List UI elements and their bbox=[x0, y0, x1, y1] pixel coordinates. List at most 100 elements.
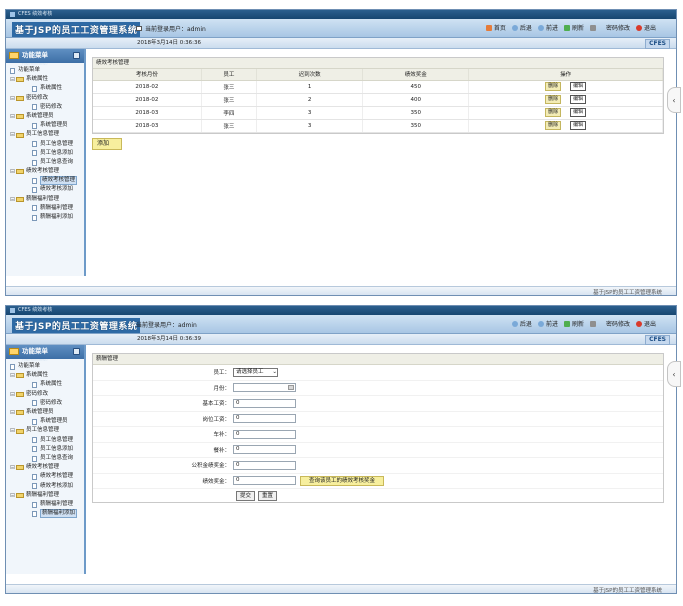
sidebar-subtitle: FUNCTION MENU bbox=[22, 358, 48, 362]
month-input[interactable] bbox=[233, 383, 296, 393]
add-button[interactable]: 添加 bbox=[92, 137, 123, 150]
fund-input[interactable]: 0 bbox=[233, 460, 296, 470]
menu-item-employee-add[interactable]: 员工信息添加 bbox=[10, 445, 84, 454]
menu-item-employee-manage[interactable]: 员工信息管理 bbox=[10, 140, 84, 149]
menu-group-salary[interactable]: ⊟ 薪酬福利管理 bbox=[10, 491, 84, 500]
menu-group-system[interactable]: ⊟ 系统属性 bbox=[10, 371, 84, 380]
menu-group-employee[interactable]: ⊟ 员工信息管理 bbox=[10, 130, 84, 139]
menu-item-password[interactable]: 密码修改 bbox=[10, 399, 84, 408]
menu-group-performance[interactable]: ⊟ 绩效考核管理 bbox=[10, 167, 84, 176]
cell-employee: 李四 bbox=[201, 106, 258, 120]
refresh-label: 刷新 bbox=[571, 25, 584, 32]
calendar-icon[interactable] bbox=[288, 385, 294, 391]
menu-item-salary-manage[interactable]: 薪酬福利管理 bbox=[10, 500, 84, 509]
chevron-down-icon: ⌄ bbox=[272, 368, 277, 375]
menu-item-employee-manage[interactable]: 员工信息管理 bbox=[10, 436, 84, 445]
col-action: 操作 bbox=[468, 69, 663, 81]
query-bonus-button[interactable]: 查询该员工的绩效考核奖金 bbox=[300, 475, 385, 486]
title-bar: CFES 绩效考核 bbox=[6, 306, 676, 315]
cell-late: 3 bbox=[256, 119, 364, 133]
logout-link[interactable]: 退出 bbox=[635, 23, 656, 32]
title-bar: CFES 绩效考核 bbox=[6, 10, 676, 19]
menu-item-salary-add[interactable]: 薪酬福利添加 bbox=[10, 509, 84, 519]
menu-item-employee-query[interactable]: 员工信息查询 bbox=[10, 454, 84, 463]
password-link[interactable]: 密码修改 bbox=[589, 23, 630, 32]
menu-item-system-attr[interactable]: 系统属性 bbox=[10, 380, 84, 389]
forward-link[interactable]: 前进 bbox=[537, 319, 558, 328]
delete-button[interactable]: 删除 bbox=[545, 82, 562, 91]
delete-button[interactable]: 删除 bbox=[545, 121, 562, 130]
back-link[interactable]: 后退 bbox=[511, 319, 532, 328]
page-icon bbox=[32, 474, 37, 481]
logout-link[interactable]: 退出 bbox=[635, 319, 656, 328]
fund-label: 公积金绩奖金： bbox=[191, 463, 230, 470]
cell-action: 删除 编辑 bbox=[468, 80, 663, 94]
main-body: 功能菜单 FUNCTION MENU 功能菜单 ⊟ 系统属性 系统属性 ⊟ 密码修改… bbox=[6, 345, 681, 574]
table-row: 2018-03 张三 3 350 删除 编辑 bbox=[93, 119, 663, 133]
menu-item-password[interactable]: 密码修改 bbox=[10, 103, 84, 112]
footer-text: 基于JSP的员工工资管理系统 bbox=[593, 588, 662, 594]
current-user-label: 当前登录用户：admin bbox=[145, 26, 206, 33]
cfes-badge: CFES bbox=[645, 335, 670, 345]
window-title: CFES 绩效考核 bbox=[18, 307, 53, 313]
edit-button[interactable]: 编辑 bbox=[570, 82, 587, 91]
collapse-icon[interactable] bbox=[73, 52, 80, 59]
app-logo: 基于JSP的员工工资管理系统 bbox=[12, 318, 141, 333]
refresh-link[interactable]: 刷新 bbox=[563, 23, 584, 32]
forward-icon bbox=[537, 320, 544, 327]
menu-item-salary-manage[interactable]: 薪酬福利管理 bbox=[10, 204, 84, 213]
menu-group-password[interactable]: ⊟ 密码修改 bbox=[10, 94, 84, 103]
meal-allowance-input[interactable]: 0 bbox=[233, 445, 296, 455]
page-icon bbox=[32, 159, 37, 166]
menu-group-admin[interactable]: ⊟ 系统管理员 bbox=[10, 112, 84, 121]
menu-item-admin[interactable]: 系统管理员 bbox=[10, 121, 84, 130]
side-scroll-handle[interactable]: ‹ bbox=[667, 87, 681, 113]
forward-link[interactable]: 前进 bbox=[537, 23, 558, 32]
back-link[interactable]: 后退 bbox=[511, 23, 532, 32]
menu-item-performance-manage[interactable]: 绩效考核管理 bbox=[10, 472, 84, 481]
menu-item-performance-manage[interactable]: 绩效考核管理 bbox=[10, 176, 84, 186]
menu-item-performance-add[interactable]: 绩效考核添加 bbox=[10, 185, 84, 194]
menu-group-system[interactable]: ⊟ 系统属性 bbox=[10, 75, 84, 84]
delete-button[interactable]: 删除 bbox=[545, 108, 562, 117]
menu-item-admin[interactable]: 系统管理员 bbox=[10, 417, 84, 426]
side-scroll-handle[interactable]: ‹ bbox=[667, 361, 681, 387]
page-icon bbox=[32, 437, 37, 444]
sidebar-header: 功能菜单 FUNCTION MENU bbox=[6, 49, 84, 66]
menu-item-employee-add[interactable]: 员工信息添加 bbox=[10, 149, 84, 158]
home-link[interactable]: 首页 bbox=[485, 23, 506, 32]
submit-button[interactable]: 提交 bbox=[236, 490, 256, 501]
reset-button[interactable]: 重置 bbox=[258, 490, 278, 501]
menu-group-admin[interactable]: ⊟ 系统管理员 bbox=[10, 408, 84, 417]
perf-bonus-input[interactable]: 0 bbox=[233, 476, 296, 486]
folder-icon bbox=[16, 196, 24, 202]
meal-allowance-label: 餐补： bbox=[213, 447, 230, 454]
cfes-badge: CFES bbox=[645, 39, 670, 49]
refresh-label: 刷新 bbox=[571, 321, 584, 328]
delete-button[interactable]: 删除 bbox=[545, 95, 562, 104]
menu-group-employee[interactable]: ⊟ 员工信息管理 bbox=[10, 426, 84, 435]
menu-item-salary-add[interactable]: 薪酬福利添加 bbox=[10, 213, 84, 222]
back-icon bbox=[511, 24, 518, 31]
password-link[interactable]: 密码修改 bbox=[589, 319, 630, 328]
refresh-link[interactable]: 刷新 bbox=[563, 319, 584, 328]
menu-group-performance[interactable]: ⊟ 绩效考核管理 bbox=[10, 463, 84, 472]
car-allowance-input[interactable]: 0 bbox=[233, 429, 296, 439]
collapse-icon[interactable] bbox=[73, 348, 80, 355]
current-user-label: 当前登录用户：admin bbox=[136, 322, 197, 329]
cell-late: 3 bbox=[256, 106, 364, 120]
menu-item-performance-add[interactable]: 绩效考核添加 bbox=[10, 482, 84, 491]
menu-item-employee-query[interactable]: 员工信息查询 bbox=[10, 158, 84, 167]
edit-button[interactable]: 编辑 bbox=[570, 121, 587, 130]
edit-button[interactable]: 编辑 bbox=[570, 108, 587, 117]
cell-employee: 张三 bbox=[201, 119, 258, 133]
base-salary-input[interactable]: 0 bbox=[233, 398, 296, 408]
cell-employee: 张三 bbox=[201, 93, 258, 107]
back-icon bbox=[511, 320, 518, 327]
edit-button[interactable]: 编辑 bbox=[570, 95, 587, 104]
menu-item-system-attr[interactable]: 系统属性 bbox=[10, 84, 84, 93]
menu-group-salary[interactable]: ⊟ 薪酬福利管理 bbox=[10, 195, 84, 204]
menu-group-password[interactable]: ⊟ 密码修改 bbox=[10, 390, 84, 399]
post-salary-input[interactable]: 0 bbox=[233, 414, 296, 424]
employee-select[interactable]: 请选择员工 ⌄ bbox=[233, 367, 278, 377]
